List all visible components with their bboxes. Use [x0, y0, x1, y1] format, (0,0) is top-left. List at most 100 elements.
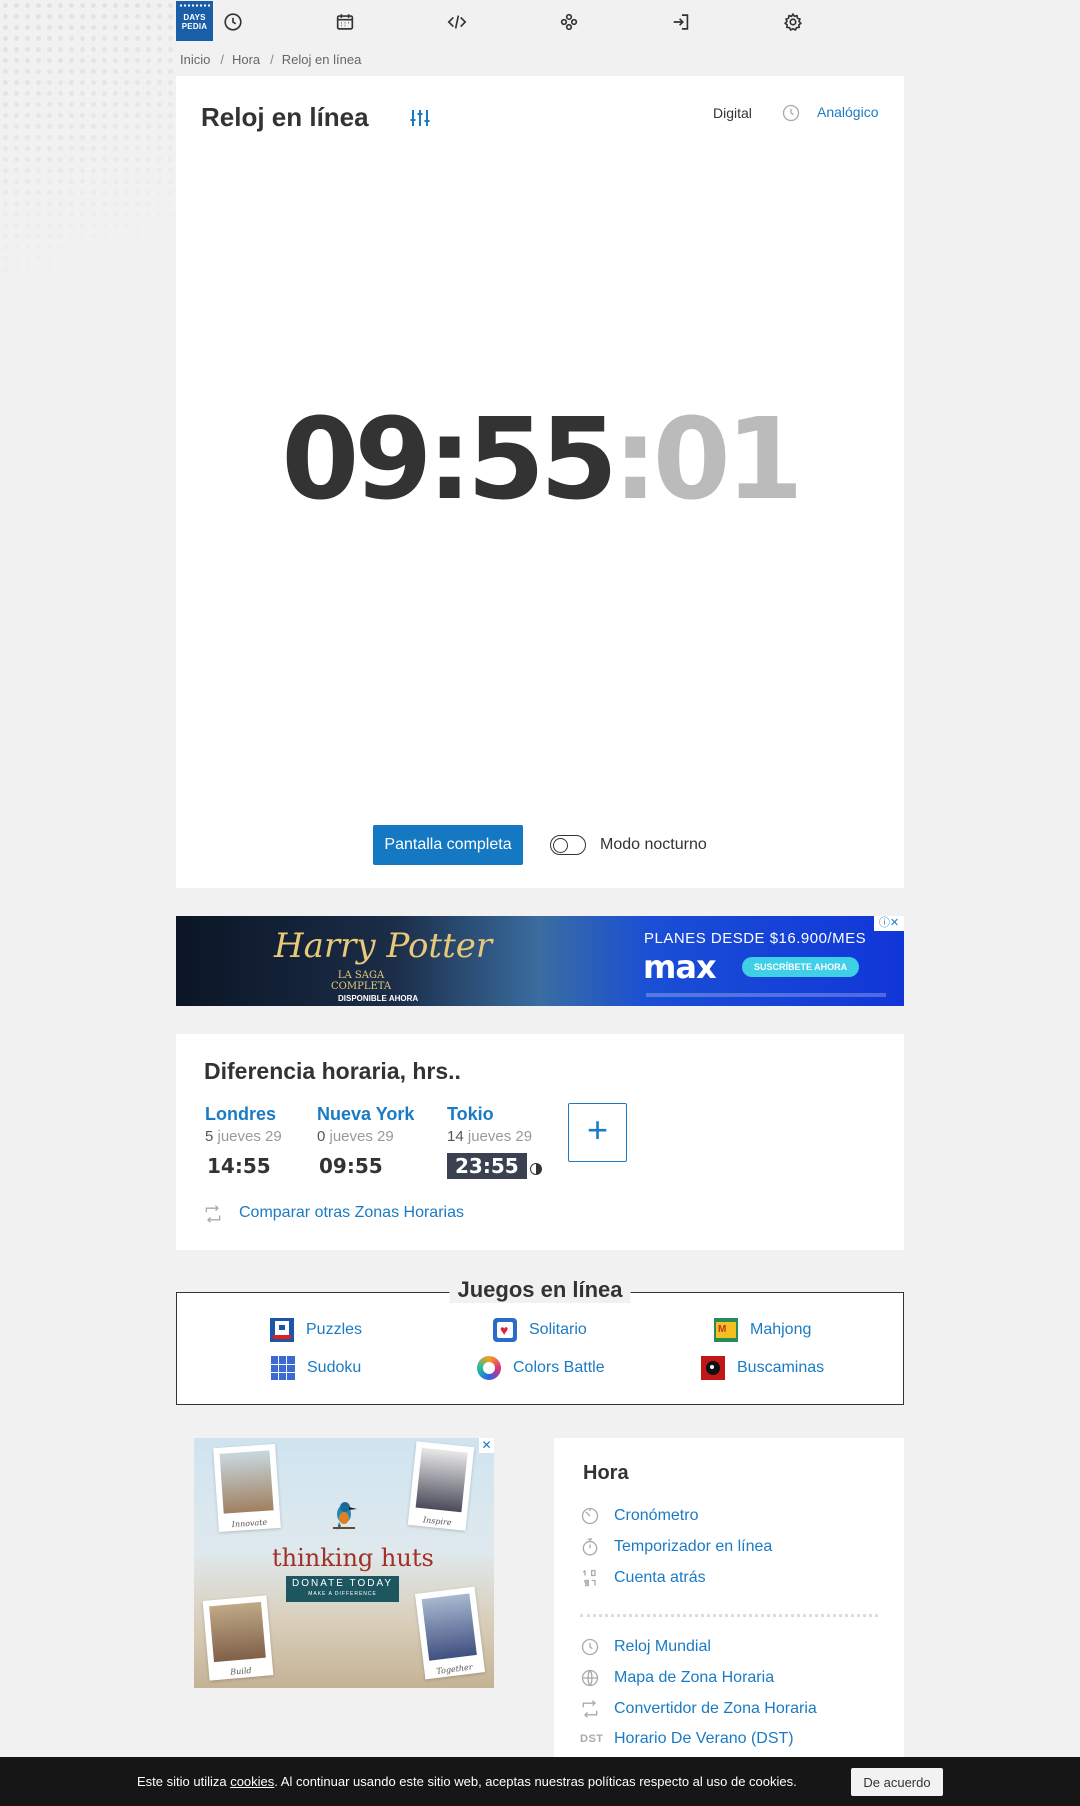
stopwatch-icon	[580, 1506, 600, 1526]
breadcrumb-hora[interactable]: Hora	[232, 52, 260, 67]
login-icon[interactable]	[670, 11, 692, 33]
link-timer[interactable]: Temporizador en línea	[580, 1537, 772, 1557]
time-difference-title: Diferencia horaria, hrs..	[204, 1058, 461, 1084]
game-mahjong[interactable]: M Mahjong	[714, 1318, 811, 1342]
timer-icon	[580, 1537, 600, 1557]
link-countdown[interactable]: Cuenta atrás	[580, 1568, 706, 1588]
ad-title: Harry Potter	[274, 926, 493, 966]
decorative-dots	[0, 0, 175, 290]
city-weekday: jueves 29	[463, 1128, 533, 1145]
puzzle-icon	[270, 1318, 294, 1342]
games-title: Juegos en línea	[449, 1277, 631, 1303]
ad-photo-caption: Innovate	[231, 1517, 268, 1530]
link-timezone-converter[interactable]: Convertidor de Zona Horaria	[580, 1699, 817, 1719]
mode-analog-link[interactable]: Analógico	[817, 104, 879, 120]
night-mode-label: Modo nocturno	[600, 836, 707, 853]
ad-donate-label: DONATE TODAY	[292, 1578, 394, 1589]
city-name[interactable]: Tokio	[447, 1104, 542, 1125]
banner-ad[interactable]: Harry Potter LA SAGA COMPLETA DISPONIBLE…	[176, 916, 904, 1006]
game-sudoku[interactable]: Sudoku	[271, 1356, 361, 1380]
ad-photo: Together	[414, 1586, 486, 1680]
logo-line-1: DAYS	[183, 13, 206, 22]
clock-icon[interactable]	[222, 11, 244, 33]
countdown-icon	[580, 1568, 600, 1588]
mahjong-icon: M	[714, 1318, 738, 1342]
ad-photo-caption: Together	[435, 1662, 474, 1676]
dst-icon: DST	[580, 1733, 604, 1745]
nav-icons	[213, 0, 904, 42]
link-stopwatch[interactable]: Cronómetro	[580, 1506, 698, 1526]
top-nav: DAYS PEDIA	[176, 0, 904, 42]
link-label: Horario De Verano (DST)	[614, 1730, 794, 1747]
game-label: Mahjong	[750, 1321, 812, 1338]
colors-battle-icon	[477, 1356, 501, 1380]
city-date: 5 jueves 29	[205, 1128, 282, 1145]
cookie-text-1: Este sitio utiliza	[137, 1774, 231, 1789]
ad-cta-button[interactable]: SUSCRÍBETE AHORA	[742, 957, 860, 977]
code-icon[interactable]	[446, 11, 468, 33]
ad-donate-sub: MAKE A DIFFERENCE	[308, 1591, 377, 1597]
link-dst[interactable]: DST Horario De Verano (DST)	[580, 1730, 794, 1748]
night-mode-toggle[interactable]	[550, 835, 586, 855]
link-world-clock[interactable]: Reloj Mundial	[580, 1637, 711, 1657]
gear-icon[interactable]	[782, 11, 804, 33]
game-solitaire[interactable]: ♥ Solitario	[493, 1318, 587, 1342]
kingfisher-logo	[333, 1502, 357, 1530]
breadcrumb-separator: /	[220, 51, 224, 67]
clock-icon	[781, 103, 801, 123]
fullscreen-button[interactable]: Pantalla completa	[373, 825, 523, 865]
ad-fine-print	[646, 993, 886, 997]
digital-clock: 09:55:01	[176, 404, 904, 516]
minesweeper-icon	[701, 1356, 725, 1380]
breadcrumb: Inicio / Hora / Reloj en línea	[176, 42, 904, 76]
page-title: Reloj en línea	[201, 102, 369, 132]
cookie-policy-link[interactable]: cookies	[230, 1774, 274, 1789]
cookie-accept-button[interactable]: De acuerdo	[851, 1768, 943, 1796]
city-name[interactable]: Nueva York	[317, 1104, 414, 1125]
ad-donate-button[interactable]: DONATE TODAY MAKE A DIFFERENCE	[286, 1576, 400, 1602]
clock-card: Reloj en línea Digital Analógico 09:55:0…	[176, 76, 904, 888]
link-label: Convertidor de Zona Horaria	[614, 1700, 817, 1717]
breadcrumb-separator: /	[270, 51, 274, 67]
city-time-row: 23:55	[447, 1145, 542, 1179]
game-label: Colors Battle	[513, 1359, 605, 1376]
ad-subtitle: LA SAGA COMPLETA	[331, 970, 391, 992]
city-date: 14 jueves 29	[447, 1128, 542, 1145]
city-date: 0 jueves 29	[317, 1128, 414, 1145]
compare-timezones-link[interactable]: Comparar otras Zonas Horarias	[239, 1204, 464, 1222]
city-name[interactable]: Londres	[205, 1104, 282, 1125]
hora-title: Hora	[583, 1462, 629, 1484]
ad-available: DISPONIBLE AHORA	[338, 994, 419, 1003]
breadcrumb-inicio[interactable]: Inicio	[180, 52, 210, 67]
swap-icon	[203, 1204, 223, 1224]
game-minesweeper[interactable]: Buscaminas	[701, 1356, 824, 1380]
page-container: DAYS PEDIA Inicio / Hora / Reloj en líne…	[176, 0, 904, 1405]
games-box: Juegos en línea Puzzles ♥ Solitario M Ma…	[176, 1277, 904, 1405]
ad-close-icon[interactable]: ✕	[479, 1438, 494, 1453]
game-colors-battle[interactable]: Colors Battle	[477, 1356, 605, 1380]
city-tokyo: Tokio 14 jueves 29 23:55	[447, 1104, 542, 1179]
mode-digital[interactable]: Digital	[713, 105, 752, 121]
cookie-bar: Este sitio utiliza cookies. Al continuar…	[0, 1757, 1080, 1806]
breadcrumb-current: Reloj en línea	[281, 51, 362, 67]
clock-hours-minutes: 09:55	[281, 395, 618, 525]
link-timezone-map[interactable]: Mapa de Zona Horaria	[580, 1668, 774, 1688]
settings-sliders-icon[interactable]	[408, 106, 432, 130]
calendar-icon[interactable]	[334, 11, 356, 33]
ad-close-icon[interactable]: ⓘ✕	[874, 916, 904, 931]
clock-seconds: :01	[612, 395, 804, 525]
side-ad[interactable]: Innovate Inspire Build Together thinking…	[194, 1438, 494, 1688]
site-logo[interactable]: DAYS PEDIA	[176, 1, 213, 41]
ad-subtitle-1: LA SAGA	[337, 970, 385, 981]
globe-icon	[580, 1668, 600, 1688]
game-puzzles[interactable]: Puzzles	[270, 1318, 362, 1342]
link-label: Reloj Mundial	[614, 1638, 711, 1655]
ad-photo-caption: Inspire	[422, 1515, 453, 1528]
swap-icon	[580, 1699, 600, 1719]
add-city-button[interactable]: +	[568, 1103, 627, 1162]
hora-sidebar-card: Hora Cronómetro Temporizador en línea Cu…	[554, 1438, 904, 1778]
time-difference-card: Diferencia horaria, hrs.. Londres 5 juev…	[176, 1034, 904, 1250]
ad-plan: PLANES DESDE $16.900/MES	[644, 930, 867, 947]
sudoku-icon	[271, 1356, 295, 1380]
gamepad-icon[interactable]	[558, 11, 580, 33]
